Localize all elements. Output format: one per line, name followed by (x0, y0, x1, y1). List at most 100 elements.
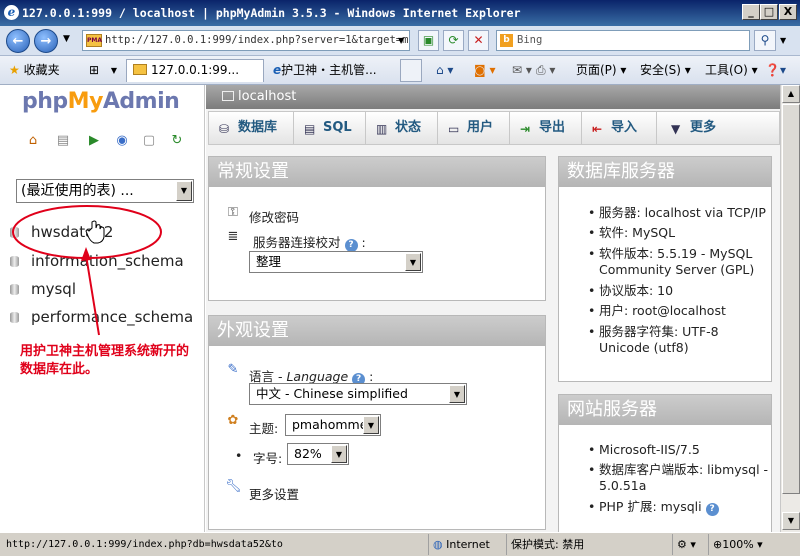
annotation-arrow (85, 254, 100, 336)
stop-icon[interactable]: ✕ (468, 30, 489, 51)
security-icon[interactable]: ⚙ ▾ (672, 534, 706, 555)
tab-import[interactable]: ⇤ 导入 (582, 112, 657, 144)
star-icon: ★ (9, 63, 20, 77)
vertical-scrollbar[interactable]: ▲ ▼ (780, 85, 800, 532)
software-info-item: 软件: MySQL (588, 225, 769, 241)
font-size-label: 字号: (253, 451, 283, 466)
software-version-item: 软件版本: 5.5.19 - MySQL Community Server (G… (588, 246, 769, 278)
chevron-down-icon: ▼ (331, 445, 347, 463)
zoom-control[interactable]: ⊕100% ▾ (708, 534, 778, 555)
navigation-pane: phpMyAdmin ⌂ ▤ ▶ ◉ ▢ ↻ (最近使用的表) ... ▼ hw… (0, 85, 205, 532)
search-dropdown-icon[interactable]: ▼ (780, 36, 786, 45)
database-server-panel: 数据库服务器 服务器: localhost via TCP/IP 软件: MyS… (558, 156, 772, 382)
web-server-panel: 网站服务器 Microsoft-IIS/7.5 数据库客户端版本: libmys… (558, 394, 772, 532)
general-settings-panel: 常规设置 ⚿ 修改密码 ≣ 服务器连接校对 ? : 整理 ▼ (208, 156, 546, 301)
tab-more[interactable]: ▼ 更多 (657, 112, 737, 144)
home-icon[interactable]: ⌂ ▾ (436, 61, 453, 79)
collation-icon: ≣ (227, 229, 239, 244)
address-url: http://127.0.0.1:999/index.php?server=1&… (105, 34, 409, 46)
mail-icon[interactable]: ✉ ▾ (512, 61, 532, 79)
feeds-icon[interactable]: ◙ ▾ (474, 61, 495, 79)
font-size-select[interactable]: 82% ▼ (287, 443, 349, 465)
scroll-up-icon[interactable]: ▲ (782, 85, 800, 103)
ie-page-icon: e (273, 63, 282, 77)
bing-icon: b (500, 34, 513, 47)
status-url: http://127.0.0.1:999/index.php?db=hwsdat… (6, 539, 283, 550)
ie-logo-icon: e (4, 5, 19, 20)
tab-list-dropdown-icon[interactable]: ▼ (106, 59, 122, 82)
user-info-item: 用户: root@localhost (588, 303, 769, 319)
database-icon: ⛁ (219, 122, 230, 136)
maximize-button[interactable]: □ (760, 4, 778, 20)
key-icon: ⚿ (228, 205, 238, 220)
server-icon (222, 91, 234, 101)
theme-label[interactable]: 主题: (249, 418, 278, 437)
collation-select[interactable]: 整理 ▼ (249, 251, 423, 273)
import-icon: ⇤ (592, 122, 603, 136)
web-server-software-item: Microsoft-IIS/7.5 (588, 442, 769, 458)
help-icon[interactable]: ? (705, 503, 719, 516)
server-charset-item: 服务器字符集: UTF-8 Unicode (utf8) (588, 324, 769, 356)
tab-status[interactable]: ▥ 状态 (366, 112, 438, 144)
tab-users[interactable]: ▭ 用户 (438, 112, 510, 144)
main-content: localhost ⛁ 数据库 ▤ SQL ▥ 状态 ▭ 用户 ⇥ 导出 ⇤ 导入 ▼ 更多 … (206, 85, 780, 532)
pma-favicon-icon: PMA (86, 34, 102, 47)
tab-export[interactable]: ⇥ 导出 (510, 112, 582, 144)
arrow-head (81, 247, 91, 261)
server-menu-bar: ⛁ 数据库 ▤ SQL ▥ 状态 ▭ 用户 ⇥ 导出 ⇤ 导入 ▼ 更多 (208, 111, 780, 145)
page-menu[interactable]: 页面(P) ▾ (576, 61, 626, 79)
forward-button[interactable]: → (34, 29, 58, 53)
chevron-down-icon: ▼ (449, 385, 465, 403)
safety-menu[interactable]: 安全(S) ▾ (640, 61, 691, 79)
status-icon: ▥ (376, 122, 388, 136)
search-icon[interactable]: ⚲ (754, 30, 776, 51)
appearance-settings-title: 外观设置 (209, 316, 545, 346)
bullet: • (235, 448, 243, 463)
tab-phpmyadmin[interactable]: 127.0.0.1:99... (126, 59, 264, 82)
more-settings-link[interactable]: 更多设置 (249, 484, 299, 503)
chevron-down-icon: ▼ (405, 253, 421, 271)
refresh-icon[interactable]: ⟳ (443, 30, 464, 51)
compat-view-icon[interactable]: ▣ (418, 30, 439, 51)
users-icon: ▭ (448, 122, 460, 136)
favorites-button[interactable]: ★ 收藏夹 (2, 59, 67, 82)
mouse-cursor-icon (85, 220, 105, 244)
close-button[interactable]: X (779, 4, 797, 20)
history-dropdown-icon[interactable]: ▼ (63, 34, 70, 44)
search-placeholder: Bing (517, 34, 543, 46)
collation-label: 服务器连接校对 ? : (253, 235, 366, 252)
back-button[interactable]: ← (6, 29, 30, 53)
annotation-overlay (12, 205, 162, 336)
minimize-button[interactable]: _ (742, 4, 760, 20)
print-icon[interactable]: ⎙ ▾ (536, 61, 555, 79)
breadcrumb[interactable]: localhost (206, 85, 780, 109)
web-server-title: 网站服务器 (559, 395, 771, 425)
tab-sql[interactable]: ▤ SQL (294, 112, 366, 144)
scroll-down-icon[interactable]: ▼ (782, 512, 800, 530)
new-tab-button[interactable] (400, 59, 422, 82)
address-input[interactable]: PMA http://127.0.0.1:999/index.php?serve… (82, 30, 410, 51)
tools-menu[interactable]: 工具(O) ▾ (705, 61, 758, 79)
change-password-link[interactable]: 修改密码 (249, 207, 299, 226)
chevron-down-icon: ▼ (363, 416, 379, 434)
quick-tabs-icon[interactable]: ⊞ (82, 59, 106, 82)
favorites-tabs-bar: ★ 收藏夹 ⊞ ▼ 127.0.0.1:99... e护卫神・主机管... ⌂ … (0, 56, 800, 85)
appearance-settings-panel: 外观设置 ✎ 语言 - Language ? : 中文 - Chinese si… (208, 315, 546, 530)
tab-databases[interactable]: ⛁ 数据库 (209, 112, 294, 144)
help-icon[interactable]: ❓▾ (765, 61, 786, 79)
zoom-icon: ⊕ (713, 538, 723, 551)
general-settings-title: 常规设置 (209, 157, 545, 187)
database-server-title: 数据库服务器 (559, 157, 771, 187)
language-select[interactable]: 中文 - Chinese simplified ▼ (249, 383, 467, 405)
scroll-thumb[interactable] (782, 104, 800, 494)
chevron-down-icon: ▼ (671, 122, 681, 136)
wrench-icon: 🔧︎ (225, 479, 242, 494)
tab-hws[interactable]: e护卫神・主机管... (266, 59, 398, 82)
theme-icon: ✿ (227, 413, 239, 428)
window-title: 127.0.0.1:999 / localhost | phpMyAdmin 3… (22, 6, 521, 20)
php-extension-item: PHP 扩展: mysqli ? (588, 499, 769, 516)
theme-select[interactable]: pmahomme ▼ (285, 414, 381, 436)
db-client-version-item: 数据库客户端版本: libmysql - 5.0.51a (588, 462, 769, 494)
address-dropdown-icon[interactable]: ▼ (398, 36, 404, 45)
search-input[interactable]: b Bing (496, 30, 750, 51)
